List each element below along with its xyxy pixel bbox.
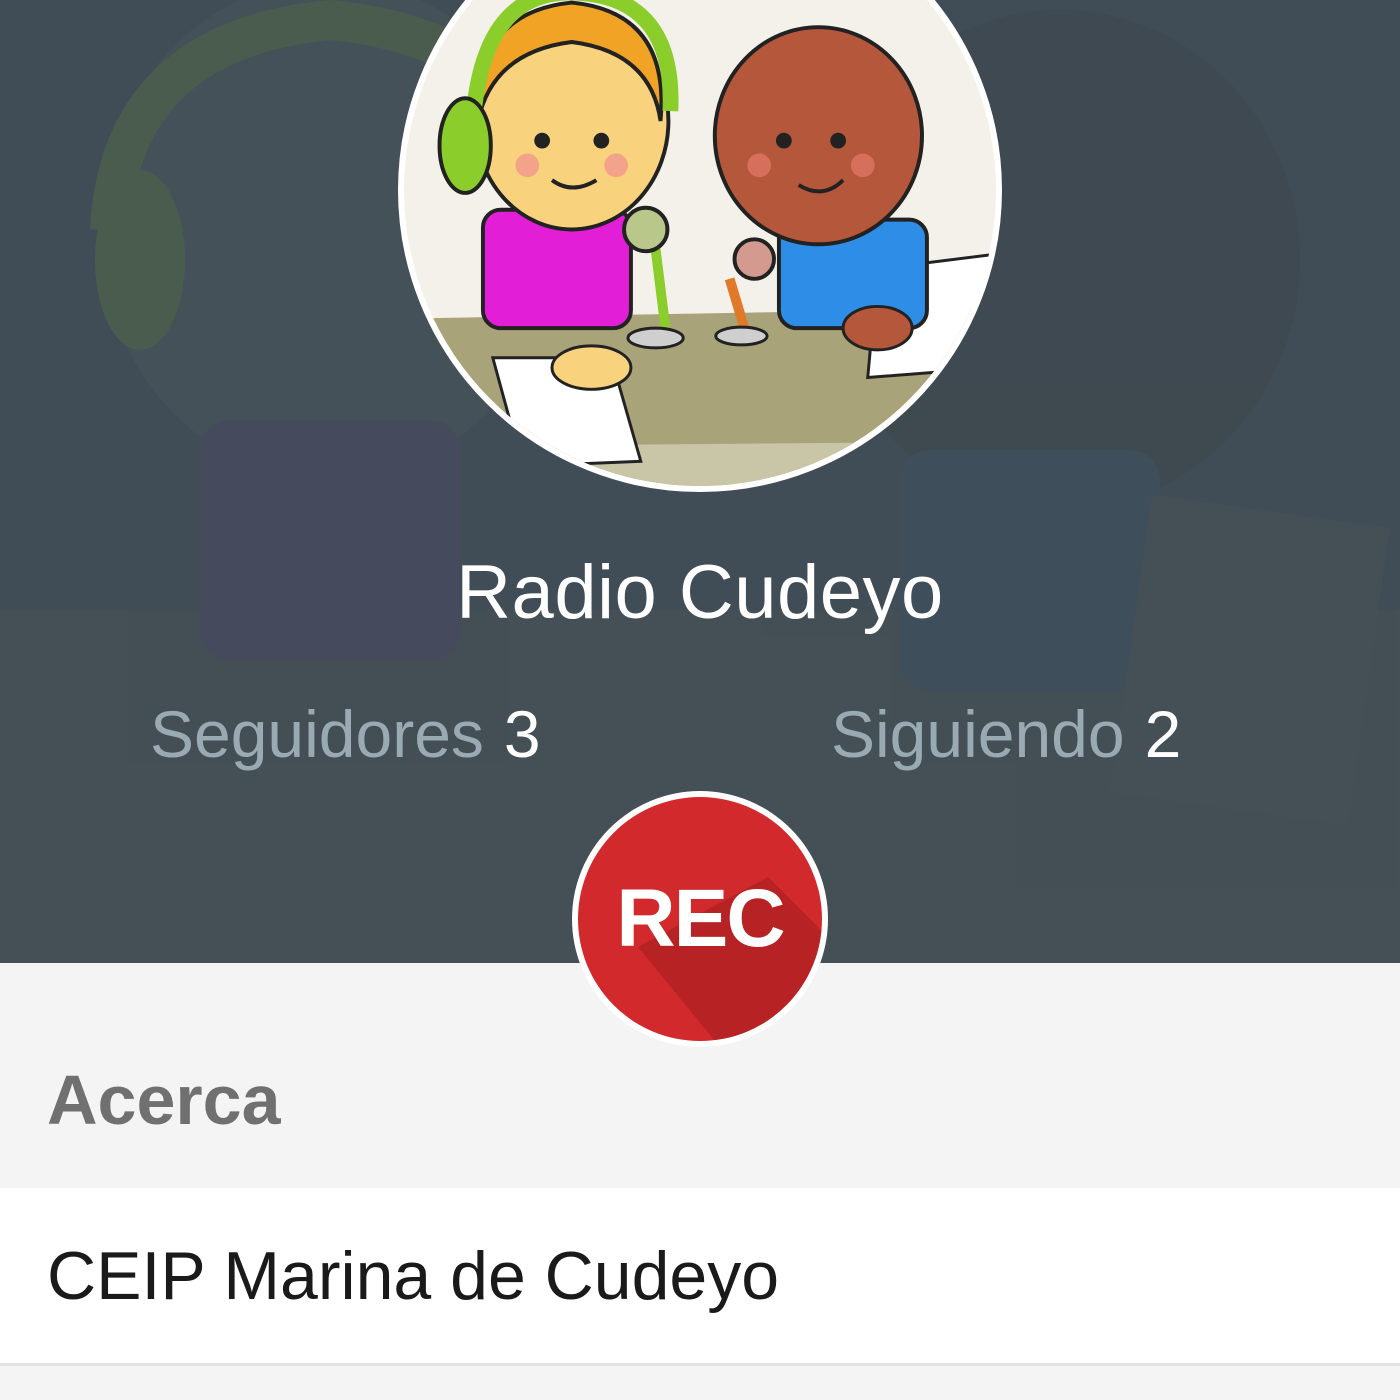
- following-label: Siguiendo: [831, 697, 1125, 771]
- followers-stat[interactable]: Seguidores 3: [150, 694, 541, 774]
- following-count: 2: [1144, 697, 1182, 771]
- following-stat[interactable]: Siguiendo 2: [831, 694, 1181, 774]
- rec-button[interactable]: REC: [572, 791, 828, 1047]
- rec-label: REC: [616, 873, 785, 964]
- rec-button-face: REC: [578, 797, 822, 1041]
- profile-name: Radio Cudeyo: [456, 550, 944, 635]
- about-text: CEIP Marina de Cudeyo: [47, 1238, 780, 1314]
- followers-label: Seguidores: [150, 697, 484, 771]
- followers-count: 3: [503, 697, 541, 771]
- about-section-title: Acerca: [47, 1061, 281, 1139]
